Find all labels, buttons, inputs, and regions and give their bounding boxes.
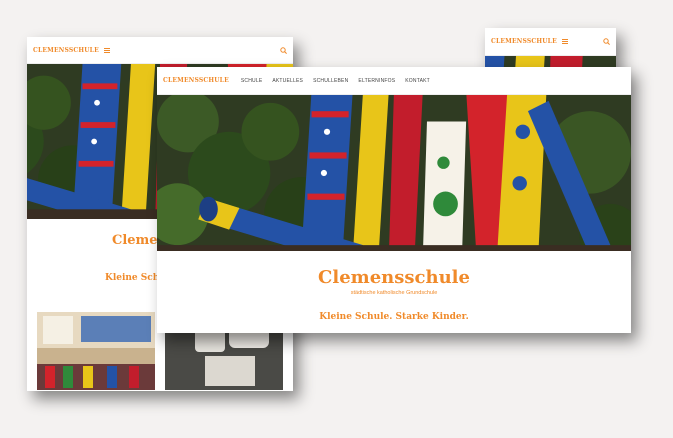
- nav-item-aktuelles[interactable]: AKTUELLES: [272, 78, 303, 84]
- site-tagline: Kleine Schule. Starke Kinder.: [319, 312, 469, 322]
- hero-image: [157, 95, 631, 251]
- top-bar: CLEMENSSCHULE SCHULE AKTUELLES SCHULLEBE…: [157, 67, 631, 95]
- hamburger-menu-icon[interactable]: [103, 47, 110, 53]
- site-brand[interactable]: CLEMENSSCHULE: [491, 38, 557, 45]
- site-subtitle: städtische katholische Grundschule: [350, 290, 438, 296]
- nav-item-schule[interactable]: SCHULE: [241, 78, 262, 84]
- nav-item-elterninfos[interactable]: ELTERNINFOS: [358, 78, 395, 84]
- search-icon[interactable]: [603, 38, 610, 45]
- photo-classroom: [37, 312, 155, 390]
- site-brand[interactable]: CLEMENSSCHULE: [163, 77, 229, 84]
- top-bar: CLEMENSSCHULE: [27, 37, 293, 64]
- nav-item-kontakt[interactable]: KONTAKT: [405, 78, 430, 84]
- hamburger-menu-icon[interactable]: [561, 39, 568, 44]
- main-nav: SCHULE AKTUELLES SCHULLEBEN ELTERNINFOS …: [241, 78, 430, 84]
- site-brand[interactable]: CLEMENSSCHULE: [33, 47, 99, 54]
- search-icon[interactable]: [280, 46, 287, 54]
- nav-item-schulleben[interactable]: SCHULLEBEN: [313, 78, 348, 84]
- desktop-mockup: CLEMENSSCHULE SCHULE AKTUELLES SCHULLEBE…: [157, 67, 631, 333]
- top-bar: CLEMENSSCHULE: [485, 28, 616, 56]
- site-title: Clemensschule: [318, 267, 470, 288]
